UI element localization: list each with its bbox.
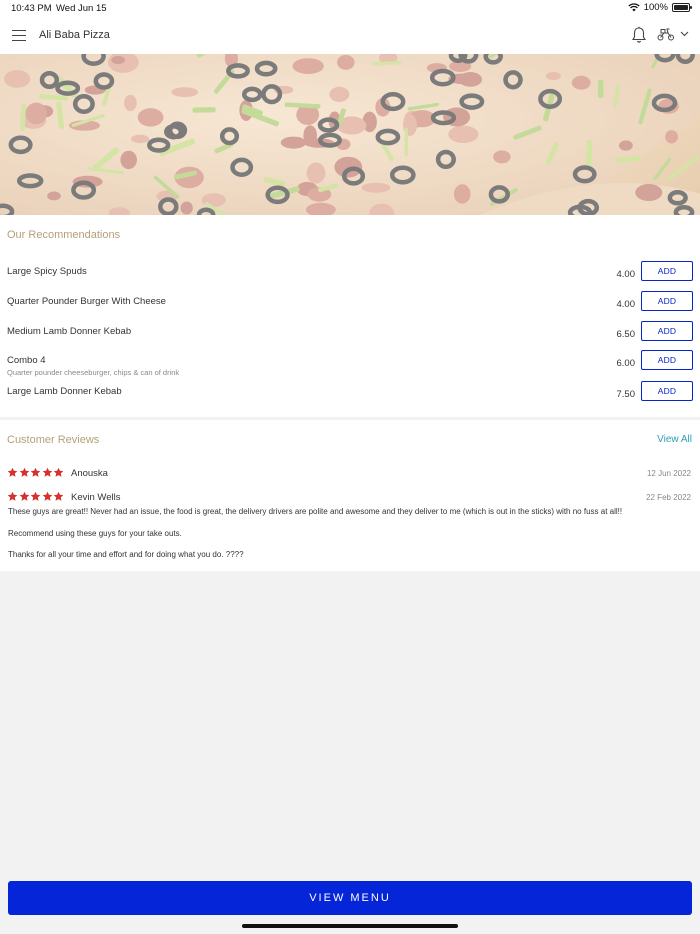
pizza-illustration [0,54,700,215]
star-icon [53,491,64,501]
reviewer-name: Anouska [71,468,108,479]
star-icon [30,467,41,477]
status-right: 100% [628,2,692,13]
status-date: Wed Jun 15 [56,3,107,14]
menu-item: Large Lamb Donner Kebab 7.50 ADD [0,381,700,416]
restaurant-title: Ali Baba Pizza [39,29,110,41]
menu-item: Quarter Pounder Burger With Cheese 4.00 … [0,291,700,326]
app-header: Ali Baba Pizza [0,18,700,54]
menu-item: Large Spicy Spuds 4.00 ADD [0,261,700,296]
battery-icon [672,3,692,12]
status-time: 10:43 PM [11,3,52,14]
add-button[interactable]: ADD [641,291,693,311]
menu-item-price: 6.50 [616,329,636,340]
hero-pizza-image [0,54,700,215]
wifi-icon [628,3,640,12]
reviews-section: Customer Reviews View All Anouska 12 Jun… [0,420,700,571]
menu-item-name: Large Spicy Spuds [7,266,87,277]
star-icon [42,491,52,501]
star-icon [42,467,52,477]
add-button[interactable]: ADD [641,381,693,401]
recommendations-section: Our Recommendations Large Spicy Spuds 4.… [0,215,700,417]
menu-item: Medium Lamb Donner Kebab 6.50 ADD [0,321,700,356]
view-all-link[interactable]: View All [657,434,692,445]
star-icon [7,467,18,477]
menu-item-price: 6.00 [616,358,636,369]
chevron-down-icon[interactable] [680,31,689,37]
star-rating [7,467,64,478]
star-icon [30,491,41,501]
menu-item-price: 4.00 [616,269,636,280]
menu-item-name: Combo 4 [7,355,46,366]
add-button[interactable]: ADD [641,350,693,370]
star-icon [19,467,29,477]
reviews-title: Customer Reviews [7,434,100,446]
add-button[interactable]: ADD [641,261,693,281]
add-button[interactable]: ADD [641,321,693,341]
recommendations-title: Our Recommendations [7,229,121,241]
bell-icon[interactable] [631,26,647,44]
delivery-scooter-icon[interactable] [657,27,675,41]
menu-item-price: 4.00 [616,299,636,310]
review-date: 12 Jun 2022 [646,469,691,478]
battery-percent: 100% [643,2,668,13]
star-icon [53,467,64,477]
status-bar: 10:43 PM Wed Jun 15 100% [0,0,700,18]
menu-item-description: Quarter pounder cheeseburger, chips & ca… [7,368,180,377]
home-indicator [242,924,458,928]
menu-item-name: Quarter Pounder Burger With Cheese [7,296,166,307]
review-text: Recommend using these guys for your take… [8,529,182,538]
star-icon [19,491,29,501]
star-icon [7,491,18,501]
view-menu-button[interactable]: VIEW MENU [8,881,692,915]
menu-item-name: Large Lamb Donner Kebab [7,386,122,397]
review-date: 22 Feb 2022 [646,493,691,502]
review-text: These guys are great!! Never had an issu… [8,507,623,516]
menu-item-name: Medium Lamb Donner Kebab [7,326,132,337]
menu-icon[interactable] [12,30,26,42]
review-text: Thanks for all your time and effort and … [8,550,244,559]
star-rating [7,491,64,502]
menu-item: Combo 4 Quarter pounder cheeseburger, ch… [0,350,700,385]
menu-item-price: 7.50 [616,389,636,400]
reviewer-name: Kevin Wells [71,492,121,503]
